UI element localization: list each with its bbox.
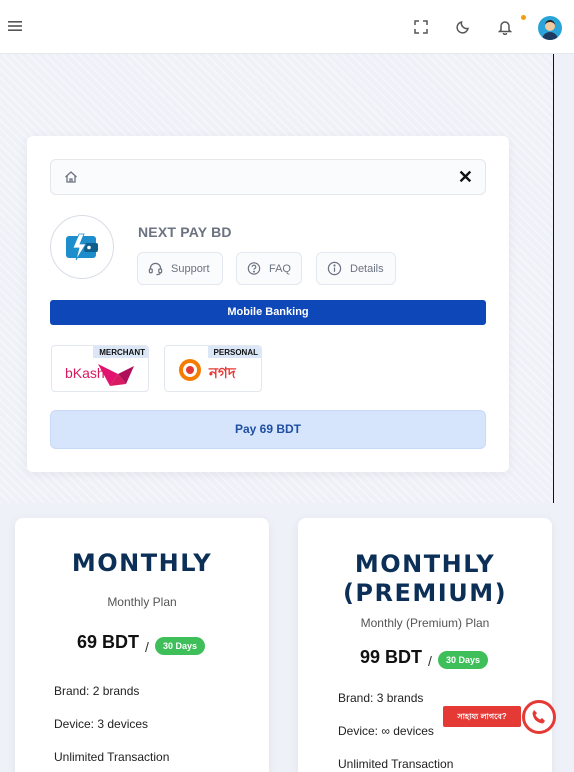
hamburger-menu-icon[interactable] xyxy=(8,19,24,35)
personal-tag: PERSONAL xyxy=(207,346,261,358)
plan-feature: Device: ∞ devices xyxy=(338,724,434,738)
notification-dot xyxy=(521,15,526,20)
headset-icon xyxy=(148,262,163,276)
plan-feature: Device: 3 devices xyxy=(54,717,149,731)
wallet-icon xyxy=(66,233,98,261)
mobile-banking-tab[interactable]: Mobile Banking xyxy=(50,300,486,325)
fullscreen-icon[interactable] xyxy=(411,17,431,37)
plan-card-monthly-premium: MONTHLY (PREMIUM) Monthly (Premium) Plan… xyxy=(298,518,552,772)
breadcrumb: ✕ xyxy=(50,159,486,195)
plan-feature: Unlimited Transaction xyxy=(338,757,454,771)
help-badge[interactable]: সাহায্য লাগবে? xyxy=(443,706,521,727)
plan-title: MONTHLY xyxy=(71,549,213,577)
period-badge: 30 Days xyxy=(155,637,206,655)
nagad-logo-icon xyxy=(179,359,201,381)
plan-title: MONTHLY xyxy=(354,550,496,578)
plan-price: 99 BDT xyxy=(360,647,423,667)
call-button[interactable] xyxy=(522,700,556,734)
bkash-option[interactable]: bKash MERCHANT xyxy=(51,345,149,392)
plan-title-line2: (PREMIUM) xyxy=(342,579,508,607)
details-label: Details xyxy=(350,262,384,275)
merchant-name: NEXT PAY BD xyxy=(138,224,232,240)
plan-subtitle: Monthly (Premium) Plan xyxy=(360,616,490,630)
plan-feature: Brand: 3 brands xyxy=(338,691,424,705)
plan-feature: Brand: 2 brands xyxy=(54,684,140,698)
faq-button[interactable]: FAQ xyxy=(236,252,302,285)
home-icon[interactable] xyxy=(64,170,78,189)
merchant-tag: MERCHANT xyxy=(93,346,148,358)
price-separator: / xyxy=(428,653,432,669)
support-button[interactable]: Support xyxy=(137,252,223,285)
phone-icon xyxy=(532,710,545,724)
info-icon xyxy=(327,261,342,276)
checkout-card: ✕ NEXT PAY BD Support FAQ Details Mobile… xyxy=(27,136,509,472)
moon-icon[interactable] xyxy=(453,17,473,37)
bell-icon[interactable] xyxy=(495,17,515,37)
close-icon[interactable]: ✕ xyxy=(458,168,473,186)
nagad-name: নগদ xyxy=(209,365,236,382)
period-badge: 30 Days xyxy=(438,651,489,669)
divider-line xyxy=(553,54,554,503)
details-button[interactable]: Details xyxy=(316,252,396,285)
plan-feature: Unlimited Transaction xyxy=(54,750,170,764)
merchant-logo xyxy=(50,215,114,279)
bkash-name: bKash xyxy=(65,365,105,381)
plan-card-monthly: MONTHLY Monthly Plan 69 BDT / 30 Days Br… xyxy=(15,518,269,772)
top-bar xyxy=(0,0,574,54)
plan-subtitle: Monthly Plan xyxy=(107,595,177,609)
support-label: Support xyxy=(171,262,210,275)
price-separator: / xyxy=(145,639,149,655)
avatar[interactable] xyxy=(538,16,562,40)
question-icon xyxy=(247,262,261,275)
plan-price: 69 BDT xyxy=(77,632,140,652)
nagad-option[interactable]: নগদ PERSONAL xyxy=(164,345,262,392)
faq-label: FAQ xyxy=(268,262,291,275)
pay-button[interactable]: Pay 69 BDT xyxy=(50,410,486,449)
